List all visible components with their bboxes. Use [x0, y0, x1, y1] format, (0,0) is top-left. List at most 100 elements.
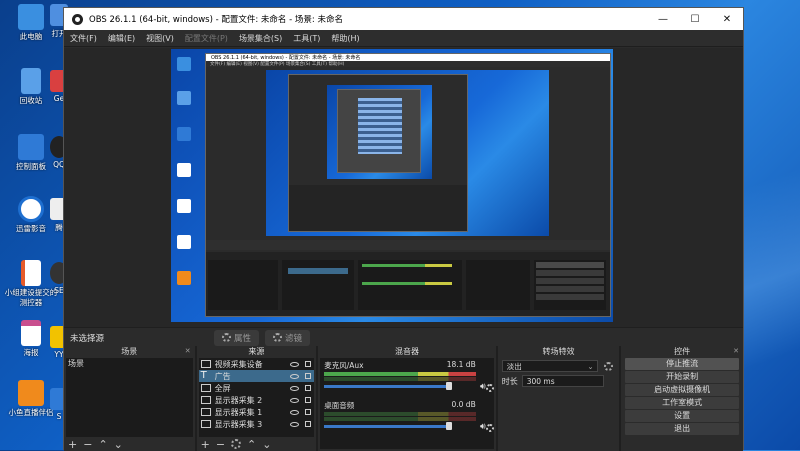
gear-icon[interactable]: [231, 439, 242, 449]
add-scene-button[interactable]: +: [68, 438, 77, 451]
source-item[interactable]: 全屏: [199, 382, 315, 394]
menu-file[interactable]: 文件(F): [70, 33, 97, 44]
lock-icon[interactable]: [305, 421, 312, 427]
nested-canvas: [327, 85, 432, 179]
monitor-icon: [200, 408, 211, 416]
transition-select[interactable]: 淡出 ⌄: [501, 360, 598, 372]
app-icon: [177, 235, 191, 249]
eye-icon[interactable]: [290, 361, 300, 367]
eye-icon[interactable]: [290, 409, 300, 415]
move-down-button[interactable]: ⌄: [114, 438, 123, 451]
control-panel-icon: [18, 134, 44, 160]
text-icon: T: [200, 370, 207, 381]
stop-streaming-button[interactable]: 停止推流: [625, 358, 739, 370]
source-item[interactable]: 显示器采集 2: [199, 394, 315, 406]
source-toolbar: 未选择源 属性 滤镜: [64, 327, 743, 347]
recycle-bin-icon: [21, 68, 41, 94]
source-item[interactable]: 视频采集设备: [199, 358, 315, 370]
volume-meter: [324, 417, 476, 421]
monitor-icon: [200, 396, 211, 404]
nested-docks: [206, 252, 610, 316]
mixer-dock-title: 混音器: [394, 347, 419, 356]
lock-icon[interactable]: [305, 409, 312, 415]
source-item[interactable]: 显示器采集 3: [199, 418, 315, 430]
close-button[interactable]: ✕: [711, 14, 743, 25]
exit-button[interactable]: 退出: [625, 423, 739, 435]
nested-menu: 文件(F) 编辑(E) 视图(V) 配置文件(P) 场景集合(S) 工具(T) …: [206, 61, 610, 67]
source-item[interactable]: T 广告: [198, 370, 315, 382]
eye-icon[interactable]: [290, 421, 300, 427]
controls-dock-title: 控件 ✕: [674, 346, 739, 357]
sources-dock: 来源 视频采集设备 T 广告 全屏 显示器采集 2 显示器采集 1 显示器采集 …: [196, 346, 317, 451]
window-controls: — ☐ ✕: [647, 14, 743, 25]
scenes-dock: 场景 ✕ 场景 + − ⌃ ⌄: [64, 346, 195, 451]
dock-area: 场景 ✕ 场景 + − ⌃ ⌄ 来源 视频采集设备 T 广告 全屏 显示器采集 …: [64, 346, 743, 451]
menu-view[interactable]: 视图(V): [146, 33, 174, 44]
scenes-dock-title: 场景 ✕: [121, 346, 191, 357]
obs-window: OBS 26.1.1 (64-bit, windows) - 配置文件: 未命名…: [63, 7, 744, 451]
menu-edit[interactable]: 编辑(E): [108, 33, 135, 44]
monitor-icon: [200, 384, 211, 392]
computer-icon: [18, 4, 44, 30]
volume-slider[interactable]: [324, 422, 453, 430]
studio-mode-button[interactable]: 工作室模式: [625, 397, 739, 409]
volume-meter: [324, 372, 476, 376]
title-bar[interactable]: OBS 26.1.1 (64-bit, windows) - 配置文件: 未命名…: [64, 8, 743, 30]
audio-mixer-dock: 混音器 麦克风/Aux 18.1 dB 🔊︎ 桌面音频 0.0 dB 🔊︎: [318, 346, 496, 451]
eye-icon[interactable]: [290, 373, 300, 379]
lock-icon[interactable]: [305, 373, 312, 379]
filter-icon: [273, 333, 283, 342]
duration-input[interactable]: 300 ms: [521, 375, 604, 387]
obs-logo-icon: [72, 13, 83, 25]
move-up-button[interactable]: ⌃: [98, 438, 107, 451]
scene-item[interactable]: 场景: [66, 358, 193, 369]
preview-area[interactable]: OBS 26.1.1 (64-bit, windows) - 配置文件: 未命名…: [64, 48, 743, 327]
channel-db: 0.0 dB: [451, 400, 476, 409]
transitions-dock-title: 转场特效: [542, 347, 575, 356]
nested-window-title: OBS 26.1.1 (64-bit, windows) - 配置文件: 未命名…: [206, 54, 610, 61]
volume-slider[interactable]: [324, 382, 453, 390]
filters-button[interactable]: 滤镜: [265, 329, 311, 346]
properties-button[interactable]: 属性: [214, 329, 260, 346]
menu-tools[interactable]: 工具(T): [293, 33, 320, 44]
remove-scene-button[interactable]: −: [83, 438, 92, 451]
player-icon: [18, 196, 44, 222]
menu-help[interactable]: 帮助(H): [331, 33, 359, 44]
speaker-icon[interactable]: 🔊︎: [480, 422, 486, 432]
move-down-button[interactable]: ⌄: [262, 438, 271, 451]
eye-icon[interactable]: [290, 385, 300, 391]
gear-icon[interactable]: [604, 362, 614, 371]
remove-source-button[interactable]: −: [216, 438, 225, 451]
app-icon: [177, 271, 191, 285]
gear-icon[interactable]: [485, 384, 494, 392]
gear-icon[interactable]: [485, 424, 494, 432]
volume-meter: [324, 412, 476, 416]
close-icon[interactable]: ✕: [733, 346, 739, 357]
lock-icon[interactable]: [305, 397, 312, 403]
channel-name: 麦克风/Aux: [324, 361, 364, 370]
desktop-icons: 此电脑 回收站 控制面板 迅雷影音 小组建设提交的测控器 海报 小鱼直播伴侣 打…: [0, 0, 70, 450]
controls-dock: 控件 ✕ 停止推流 开始录制 启动虚拟摄像机 工作室模式 设置 退出: [621, 346, 743, 451]
preview-canvas[interactable]: OBS 26.1.1 (64-bit, windows) - 配置文件: 未命名…: [171, 49, 613, 322]
menu-scene-collection[interactable]: 场景集合(S): [239, 33, 282, 44]
start-recording-button[interactable]: 开始录制: [625, 371, 739, 383]
lock-icon[interactable]: [305, 361, 312, 367]
add-source-button[interactable]: +: [201, 438, 210, 451]
nested-canvas: [266, 70, 549, 236]
scenes-toolbar: + − ⌃ ⌄: [64, 437, 195, 451]
sources-list[interactable]: 视频采集设备 T 广告 全屏 显示器采集 2 显示器采集 1 显示器采集 3: [198, 358, 315, 437]
settings-button[interactable]: 设置: [625, 410, 739, 422]
move-up-button[interactable]: ⌃: [247, 438, 256, 451]
minimize-button[interactable]: —: [647, 14, 679, 25]
eye-icon[interactable]: [290, 397, 300, 403]
speaker-icon[interactable]: 🔊︎: [480, 382, 486, 392]
close-icon[interactable]: ✕: [185, 346, 191, 357]
lock-icon[interactable]: [305, 385, 312, 391]
mixer-channel-desktop: 桌面音频 0.0 dB: [324, 400, 476, 430]
start-virtual-camera-button[interactable]: 启动虚拟摄像机: [625, 384, 739, 396]
source-item[interactable]: 显示器采集 1: [199, 406, 315, 418]
app-icon: [177, 91, 191, 105]
nested-canvas: [358, 98, 402, 154]
scenes-list[interactable]: 场景: [66, 358, 193, 437]
maximize-button[interactable]: ☐: [679, 14, 711, 25]
